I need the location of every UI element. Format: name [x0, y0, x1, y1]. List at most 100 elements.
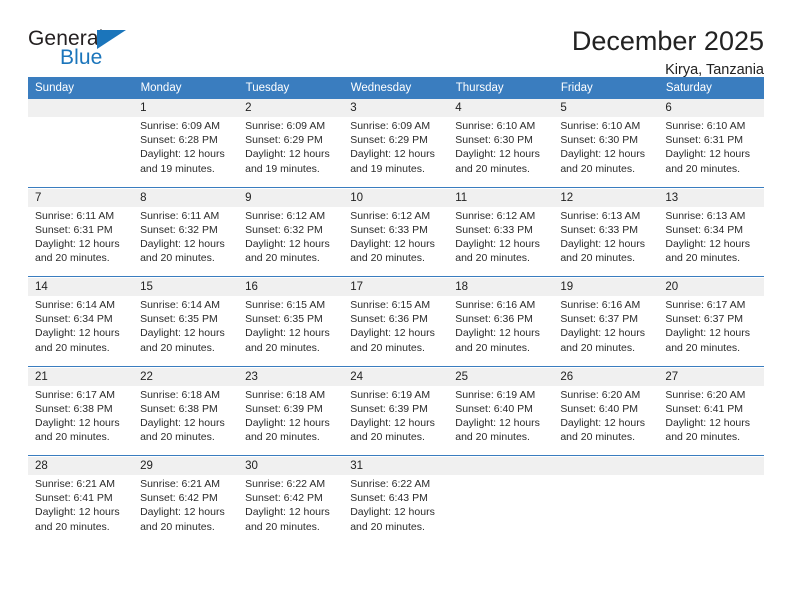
- sunset-text: Sunset: 6:40 PM: [455, 402, 533, 415]
- day-detail-cell[interactable]: Sunrise: 6:13 AM Sunset: 6:34 PM Daylight:…: [658, 206, 764, 277]
- day-number-cell[interactable]: 3: [343, 99, 449, 117]
- day-number-cell[interactable]: 12: [553, 188, 659, 207]
- day-number-cell[interactable]: 9: [238, 188, 344, 207]
- sunrise-text: Sunrise: 6:12 AM: [245, 209, 326, 222]
- day-number-cell[interactable]: 7: [28, 188, 134, 207]
- daylight-text-line2: and 20 minutes.: [560, 431, 636, 444]
- day-detail-cell[interactable]: Sunrise: 6:09 AM Sunset: 6:29 PM Daylight:…: [343, 117, 449, 187]
- day-number-cell[interactable]: 1: [133, 99, 239, 117]
- day-number-cell[interactable]: 18: [448, 278, 554, 296]
- sunset-text: Sunset: 6:31 PM: [665, 134, 744, 147]
- day-detail-cell[interactable]: Sunrise: 6:14 AM Sunset: 6:34 PM Daylight:…: [28, 296, 134, 366]
- daylight-text-line1: Daylight: 12 hours: [350, 148, 435, 161]
- day-number-cell[interactable]: 6: [658, 99, 764, 117]
- day-number-cell[interactable]: 2: [238, 99, 344, 117]
- daylight-text-line2: and 20 minutes.: [455, 162, 530, 175]
- day-detail-cell[interactable]: Sunrise: 6:10 AM Sunset: 6:31 PM Daylight:…: [658, 117, 764, 187]
- daylight-text-line1: Daylight: 12 hours: [665, 416, 751, 429]
- day-detail-cell[interactable]: Sunrise: 6:16 AM Sunset: 6:36 PM Daylight:…: [448, 296, 554, 366]
- day-detail-cell[interactable]: Sunrise: 6:11 AM Sunset: 6:32 PM Daylight:…: [133, 206, 239, 277]
- daylight-text-line1: Daylight: 12 hours: [665, 148, 751, 161]
- day-number-cell[interactable]: 29: [133, 457, 239, 475]
- day-detail-cell[interactable]: Sunrise: 6:19 AM Sunset: 6:40 PM Daylight:…: [448, 385, 554, 456]
- daylight-text-line2: and 20 minutes.: [245, 431, 320, 444]
- day-number-cell[interactable]: 4: [448, 99, 554, 117]
- daylight-text-line2: and 20 minutes.: [35, 341, 110, 354]
- day-number-cell[interactable]: 17: [343, 278, 449, 296]
- empty-day-cell: [448, 457, 554, 475]
- day-detail-cell[interactable]: Sunrise: 6:22 AM Sunset: 6:42 PM Daylight:…: [238, 475, 344, 545]
- weekday-header-thursday: Thursday: [448, 77, 554, 99]
- day-number-cell[interactable]: 28: [28, 457, 134, 475]
- day-detail-cell[interactable]: Sunrise: 6:17 AM Sunset: 6:37 PM Daylight:…: [658, 296, 764, 366]
- day-number-cell[interactable]: 31: [343, 457, 449, 475]
- day-detail-cell[interactable]: Sunrise: 6:22 AM Sunset: 6:43 PM Daylight:…: [343, 475, 449, 545]
- day-detail-cell[interactable]: Sunrise: 6:10 AM Sunset: 6:30 PM Daylight:…: [553, 117, 659, 187]
- daylight-text-line1: Daylight: 12 hours: [140, 327, 225, 340]
- day-detail-cell[interactable]: Sunrise: 6:11 AM Sunset: 6:31 PM Daylight:…: [28, 206, 134, 277]
- day-detail-cell[interactable]: Sunrise: 6:19 AM Sunset: 6:39 PM Daylight:…: [343, 385, 449, 456]
- day-detail-cell[interactable]: Sunrise: 6:15 AM Sunset: 6:35 PM Daylight:…: [238, 296, 344, 366]
- sunset-text: Sunset: 6:29 PM: [245, 134, 323, 147]
- sunrise-text: Sunrise: 6:13 AM: [560, 209, 641, 222]
- day-detail-cell[interactable]: Sunrise: 6:18 AM Sunset: 6:39 PM Daylight:…: [238, 385, 344, 456]
- day-number-cell[interactable]: 30: [238, 457, 344, 475]
- week-daynumber-row: 123456: [28, 99, 764, 117]
- day-detail-cell[interactable]: Sunrise: 6:12 AM Sunset: 6:32 PM Daylight:…: [238, 206, 344, 277]
- general-blue-logo[interactable]: General Blue: [28, 26, 140, 74]
- day-detail-cell[interactable]: Sunrise: 6:21 AM Sunset: 6:42 PM Daylight:…: [133, 475, 239, 545]
- sunrise-text: Sunrise: 6:09 AM: [350, 120, 431, 132]
- daylight-text-line1: Daylight: 12 hours: [35, 506, 120, 519]
- week-daynumber-row: 21 22 23 24 25 26 27: [28, 367, 764, 386]
- day-number-cell[interactable]: 27: [658, 367, 764, 386]
- day-detail-cell[interactable]: Sunrise: 6:12 AM Sunset: 6:33 PM Daylight:…: [448, 206, 554, 277]
- sunset-text: Sunset: 6:32 PM: [245, 223, 323, 236]
- day-detail-cell[interactable]: Sunrise: 6:12 AM Sunset: 6:33 PM Daylight:…: [343, 206, 449, 277]
- day-number-cell[interactable]: 26: [553, 367, 659, 386]
- sunrise-text: Sunrise: 6:14 AM: [140, 299, 221, 311]
- day-detail-cell[interactable]: Sunrise: 6:20 AM Sunset: 6:40 PM Daylight:…: [553, 385, 659, 456]
- day-number-cell[interactable]: 19: [553, 278, 659, 296]
- day-number-cell[interactable]: 16: [238, 278, 344, 296]
- daylight-text-line1: Daylight: 12 hours: [140, 416, 225, 429]
- daylight-text-line2: and 20 minutes.: [560, 162, 636, 175]
- day-detail-cell[interactable]: Sunrise: 6:15 AM Sunset: 6:36 PM Daylight:…: [343, 296, 449, 366]
- sunset-text: Sunset: 6:41 PM: [665, 402, 744, 415]
- day-number-cell[interactable]: 5: [553, 99, 659, 117]
- empty-detail-cell: [448, 475, 554, 545]
- day-number-cell[interactable]: 10: [343, 188, 449, 207]
- logo-text-blue: Blue: [60, 46, 103, 69]
- day-detail-cell[interactable]: Sunrise: 6:14 AM Sunset: 6:35 PM Daylight:…: [133, 296, 239, 366]
- daylight-text-line1: Daylight: 12 hours: [455, 237, 540, 250]
- day-detail-cell[interactable]: Sunrise: 6:10 AM Sunset: 6:30 PM Daylight:…: [448, 117, 554, 187]
- day-number-cell[interactable]: 22: [133, 367, 239, 386]
- day-number-cell[interactable]: 23: [238, 367, 344, 386]
- day-number-cell[interactable]: 15: [133, 278, 239, 296]
- sunrise-text: Sunrise: 6:15 AM: [245, 299, 326, 311]
- page-header: General Blue December 2025 Kirya, Tanzan…: [28, 0, 764, 78]
- day-detail-cell[interactable]: Sunrise: 6:21 AM Sunset: 6:41 PM Daylight:…: [28, 475, 134, 545]
- weekday-header-tuesday: Tuesday: [238, 77, 344, 99]
- weekday-header-wednesday: Wednesday: [343, 77, 449, 99]
- day-number-cell[interactable]: 21: [28, 367, 134, 386]
- day-detail-cell[interactable]: Sunrise: 6:18 AM Sunset: 6:38 PM Daylight:…: [133, 385, 239, 456]
- sunrise-text: Sunrise: 6:18 AM: [245, 388, 326, 401]
- day-number-cell[interactable]: 13: [658, 188, 764, 207]
- sunrise-text: Sunrise: 6:17 AM: [665, 299, 746, 311]
- day-number-cell[interactable]: 11: [448, 188, 554, 207]
- day-detail-cell[interactable]: Sunrise: 6:09 AM Sunset: 6:28 PM Daylight:…: [133, 117, 239, 187]
- daylight-text-line1: Daylight: 12 hours: [560, 148, 645, 161]
- day-detail-cell[interactable]: Sunrise: 6:09 AM Sunset: 6:29 PM Daylight:…: [238, 117, 344, 187]
- day-number-cell[interactable]: 14: [28, 278, 134, 296]
- sunset-text: Sunset: 6:39 PM: [350, 402, 428, 415]
- day-number-cell[interactable]: 20: [658, 278, 764, 296]
- day-number-cell[interactable]: 8: [133, 188, 239, 207]
- day-number-cell[interactable]: 24: [343, 367, 449, 386]
- day-number-cell[interactable]: 25: [448, 367, 554, 386]
- day-detail-cell[interactable]: Sunrise: 6:13 AM Sunset: 6:33 PM Daylight:…: [553, 206, 659, 277]
- day-detail-cell[interactable]: Sunrise: 6:17 AM Sunset: 6:38 PM Daylight:…: [28, 385, 134, 456]
- sunset-text: Sunset: 6:32 PM: [140, 223, 218, 236]
- daylight-text-line2: and 20 minutes.: [665, 431, 741, 444]
- day-detail-cell[interactable]: Sunrise: 6:20 AM Sunset: 6:41 PM Daylight:…: [658, 385, 764, 456]
- day-detail-cell[interactable]: Sunrise: 6:16 AM Sunset: 6:37 PM Daylight:…: [553, 296, 659, 366]
